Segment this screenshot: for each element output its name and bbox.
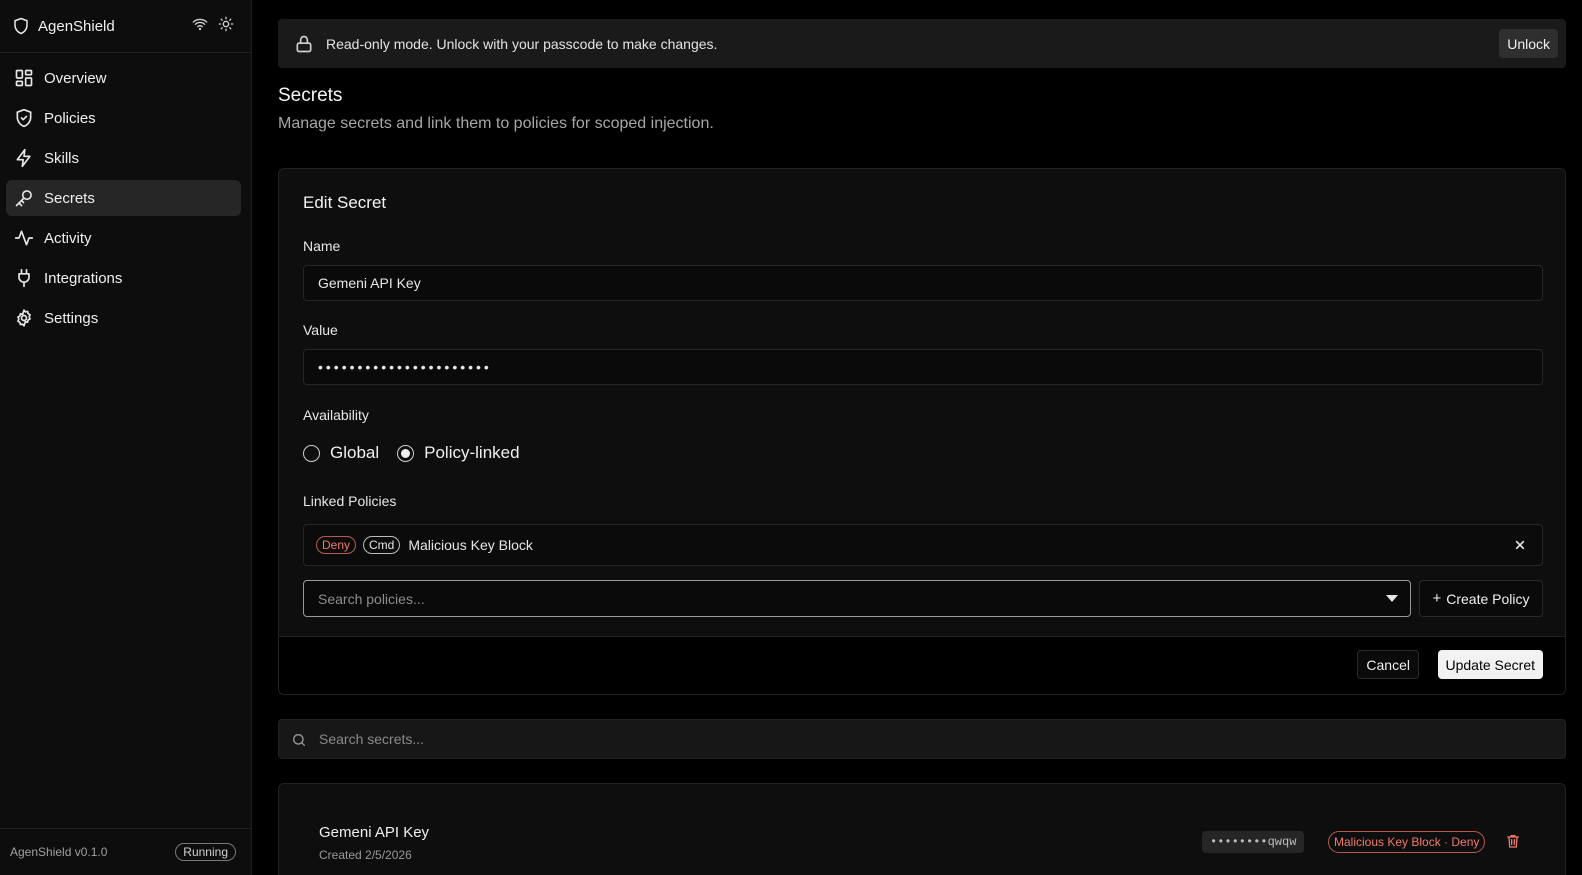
card-title: Edit Secret	[303, 193, 387, 212]
trash-icon[interactable]	[1505, 833, 1521, 849]
radio-global[interactable]: Global	[303, 443, 379, 463]
deny-badge: Deny	[316, 536, 357, 554]
cancel-button[interactable]: Cancel	[1357, 650, 1419, 679]
sidebar-footer: AgenShield v0.1.0 Running	[0, 828, 252, 875]
availability-label: Availability	[303, 407, 369, 423]
radio-label: Policy-linked	[424, 443, 520, 462]
secret-policy-badge: Malicious Key Block · Deny	[1328, 831, 1486, 853]
sidebar-item-overview[interactable]: Overview	[6, 60, 241, 96]
sidebar-item-label: Overview	[44, 69, 107, 87]
key-icon	[14, 188, 34, 208]
linked-policy-item: Deny Cmd Malicious Key Block	[303, 524, 1543, 566]
page-subtitle: Manage secrets and link them to policies…	[278, 115, 714, 132]
secret-masked-value: ••••••••qwqw	[1202, 831, 1305, 853]
radio-label: Global	[330, 443, 380, 462]
shield-check-icon	[14, 108, 34, 128]
policy-search-select	[303, 580, 1411, 617]
secret-list-item[interactable]: Gemeni API Key Created 2/5/2026 ••••••••…	[278, 783, 1566, 875]
sidebar-item-skills[interactable]: Skills	[6, 140, 241, 176]
readonly-banner: Read-only mode. Unlock with your passcod…	[278, 19, 1566, 68]
brand-header: AgenShield	[0, 0, 252, 53]
sidebar-item-label: Secrets	[44, 189, 95, 207]
banner-message: Read-only mode. Unlock with your passcod…	[326, 35, 718, 52]
cmd-badge: Cmd	[363, 536, 401, 554]
name-label: Name	[303, 238, 341, 254]
search-icon	[291, 732, 307, 748]
sidebar-item-integrations[interactable]: Integrations	[6, 260, 241, 296]
radio-selected-dot	[401, 448, 411, 458]
lightning-icon	[14, 148, 34, 168]
policy-search-input[interactable]	[304, 581, 1410, 616]
card-footer: Cancel Update Secret	[279, 636, 1565, 694]
create-policy-label: Create Policy	[1446, 590, 1530, 607]
radio-policy-linked[interactable]: Policy-linked	[397, 443, 520, 463]
secret-created-date: Created 2/5/2026	[319, 848, 412, 862]
sun-icon[interactable]	[218, 16, 234, 32]
activity-icon	[14, 228, 34, 248]
sidebar-item-settings[interactable]: Settings	[6, 300, 241, 336]
caret-down-icon[interactable]	[1386, 595, 1398, 603]
secrets-search-input[interactable]	[319, 720, 1549, 758]
radio-circle	[303, 444, 320, 462]
secret-name: Gemeni API Key	[319, 824, 430, 841]
sidebar-item-label: Activity	[44, 229, 92, 247]
sidebar-item-label: Skills	[44, 149, 80, 167]
plus-icon: +	[1432, 590, 1442, 607]
sidebar-item-secrets[interactable]: Secrets	[6, 180, 241, 216]
unlock-button[interactable]: Unlock	[1499, 29, 1558, 58]
linked-policies-label: Linked Policies	[303, 493, 397, 509]
sidebar-item-label: Integrations	[44, 269, 123, 287]
create-policy-button[interactable]: + Create Policy	[1419, 580, 1543, 617]
radio-circle	[397, 444, 415, 462]
value-label: Value	[303, 322, 338, 338]
wifi-icon[interactable]	[192, 16, 208, 32]
plug-icon	[14, 268, 34, 288]
availability-radio-group: Global Policy-linked	[303, 443, 538, 463]
gear-icon	[14, 308, 34, 328]
value-field[interactable]: ••••••••••••••••••••••	[303, 349, 1543, 385]
linked-policy-name: Malicious Key Block	[408, 537, 533, 553]
lock-icon	[294, 34, 314, 54]
update-secret-button[interactable]: Update Secret	[1437, 650, 1543, 679]
page-title: Secrets	[278, 85, 343, 106]
close-icon[interactable]	[1512, 537, 1528, 553]
sidebar-nav: Overview Policies Skills Secrets Activit…	[6, 60, 241, 340]
secrets-search	[278, 719, 1566, 759]
sidebar-item-label: Policies	[44, 109, 96, 127]
app-version: AgenShield v0.1.0	[10, 845, 108, 859]
edit-secret-card: Edit Secret Name Gemeni API Key Value ••…	[278, 168, 1566, 695]
sidebar: AgenShield Overview Policies Skills Secr…	[0, 0, 252, 875]
sidebar-item-label: Settings	[44, 309, 99, 327]
sidebar-item-activity[interactable]: Activity	[6, 220, 241, 256]
name-field[interactable]: Gemeni API Key	[303, 265, 1543, 301]
app-name: AgenShield	[38, 17, 115, 35]
sidebar-item-policies[interactable]: Policies	[6, 100, 241, 136]
grid-icon	[14, 68, 34, 88]
shield-logo-icon	[12, 17, 30, 35]
status-badge: Running	[175, 843, 236, 861]
